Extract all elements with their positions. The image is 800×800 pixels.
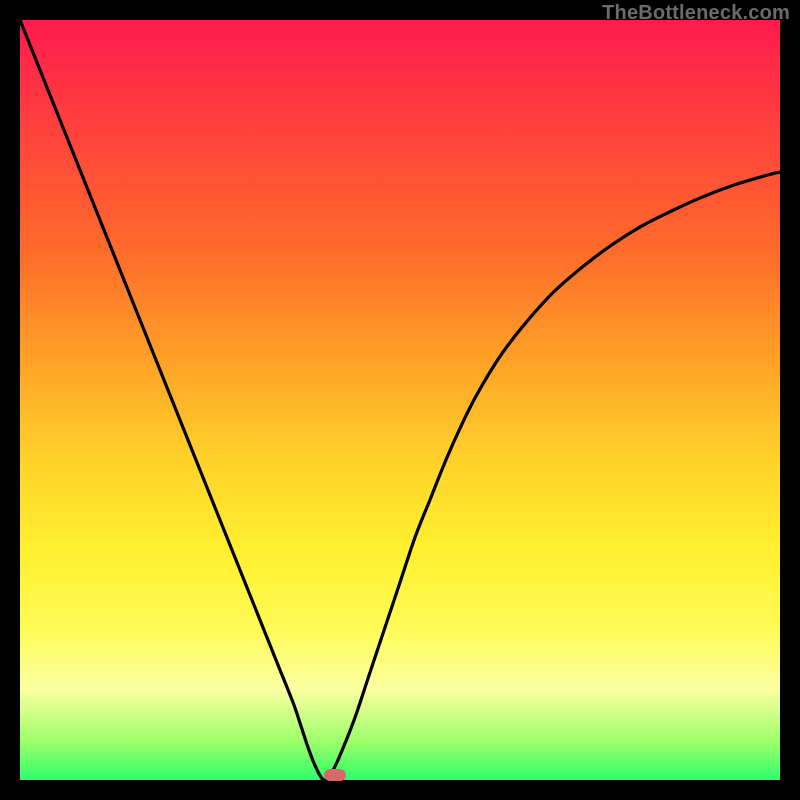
bottleneck-curve (20, 20, 780, 780)
plot-area (20, 20, 780, 780)
min-marker (324, 769, 346, 781)
chart-frame: TheBottleneck.com (0, 0, 800, 800)
curve-svg (20, 20, 780, 780)
